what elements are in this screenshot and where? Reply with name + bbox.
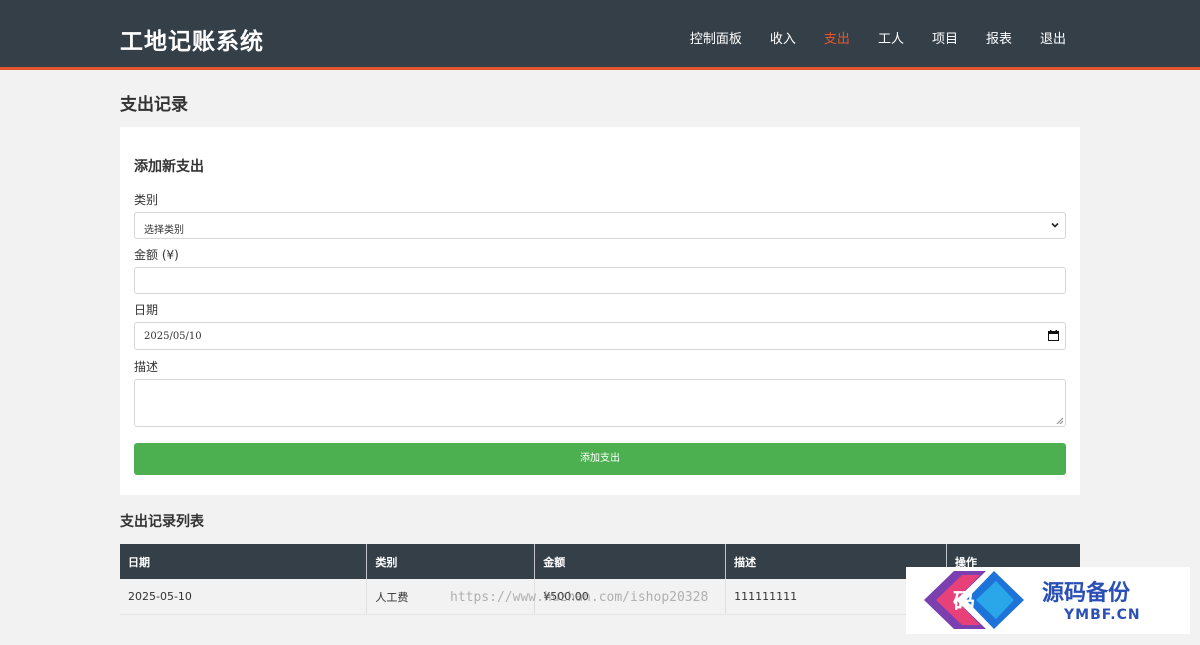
col-header-category: 类别 <box>366 544 536 579</box>
nav-dashboard[interactable]: 控制面板 <box>690 28 742 47</box>
code-logo-icon: 码 <box>924 571 1024 629</box>
top-header: 工地记账系统 控制面板 收入 支出 工人 项目 报表 退出 <box>0 0 1200 70</box>
category-select-value: 选择类别 <box>144 225 184 236</box>
amount-input[interactable] <box>134 267 1066 294</box>
add-expense-card: 添加新支出 类别 选择类别 金额 (¥) 日期 2025/05/10 描述 添加… <box>120 127 1080 495</box>
date-input-value: 2025/05/10 <box>144 331 202 342</box>
nav-reports[interactable]: 报表 <box>986 28 1012 47</box>
app-title: 工地记账系统 <box>120 29 264 55</box>
category-select[interactable]: 选择类别 <box>134 212 1066 239</box>
nav-workers[interactable]: 工人 <box>878 28 904 47</box>
watermark-logo-cn: 源码备份 <box>1042 581 1131 606</box>
date-label: 日期 <box>134 303 159 317</box>
chevron-down-icon <box>1051 222 1059 228</box>
watermark-url: https://www.huzhan.com/ishop20328 <box>450 590 709 605</box>
nav-logout[interactable]: 退出 <box>1040 28 1066 47</box>
cell-date: 2025-05-10 <box>120 579 368 615</box>
date-input[interactable]: 2025/05/10 <box>134 322 1066 350</box>
add-expense-button[interactable]: 添加支出 <box>134 443 1066 475</box>
watermark-logo-en: YMBF.CN <box>1064 607 1141 623</box>
main-nav: 控制面板 收入 支出 工人 项目 报表 退出 <box>662 28 1066 47</box>
form-heading: 添加新支出 <box>134 159 204 175</box>
list-title: 支出记录列表 <box>120 514 204 530</box>
description-textarea[interactable] <box>134 379 1066 427</box>
col-header-date: 日期 <box>120 544 368 579</box>
category-label: 类别 <box>134 193 159 207</box>
page-title: 支出记录 <box>120 95 188 115</box>
watermark-logo: 码 源码备份 YMBF.CN <box>906 567 1190 634</box>
nav-income[interactable]: 收入 <box>770 28 796 47</box>
resize-handle-icon[interactable] <box>1056 417 1063 424</box>
description-label: 描述 <box>134 360 159 374</box>
amount-label: 金额 (¥) <box>134 248 179 262</box>
calendar-icon[interactable] <box>1048 330 1059 341</box>
svg-text:码: 码 <box>953 590 975 615</box>
nav-expense[interactable]: 支出 <box>824 28 850 47</box>
nav-projects[interactable]: 项目 <box>932 28 958 47</box>
col-header-amount: 金额 <box>534 544 727 579</box>
